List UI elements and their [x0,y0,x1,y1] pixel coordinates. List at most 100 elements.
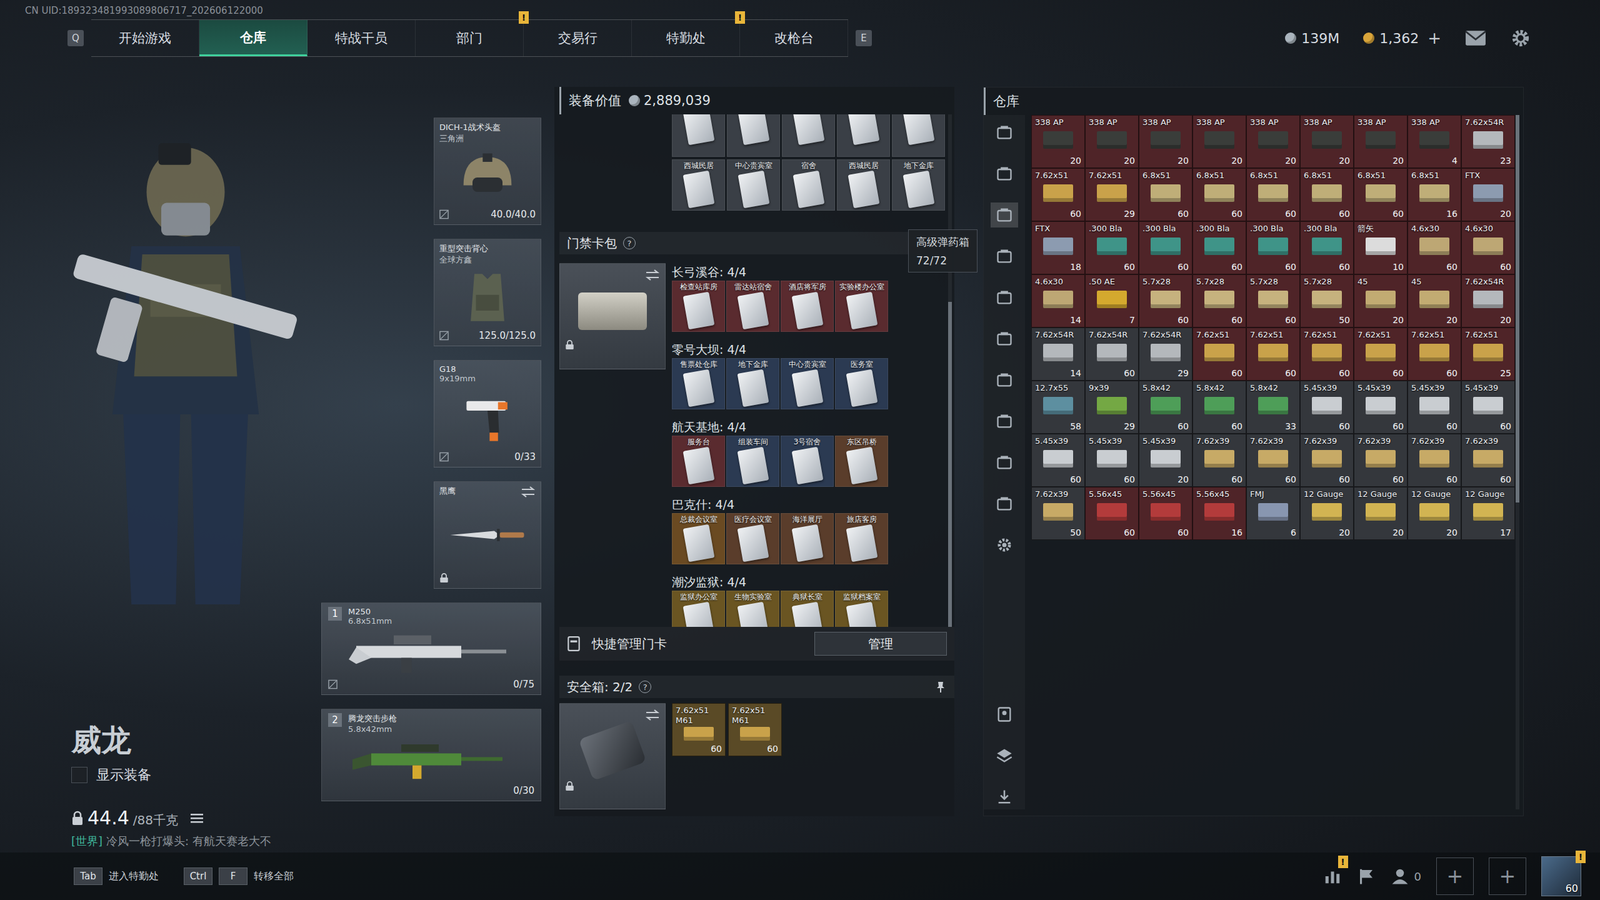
keycard[interactable]: 典狱长室 [780,590,834,627]
keycard-holder[interactable] [559,263,666,370]
stash-item[interactable]: 7.62x3950 [1031,486,1085,540]
stash-item[interactable]: 7.62x54R29 [1138,327,1193,381]
keycard[interactable]: 医疗会议室 [726,513,780,565]
stash-item[interactable]: 338 AP20 [1246,115,1300,169]
manage-button[interactable]: 管理 [814,631,947,656]
keycard[interactable]: 宿舍 [781,159,835,211]
stash-item[interactable]: 5.45x3960 [1085,433,1139,487]
stash-item[interactable]: 12 Gauge20 [1300,486,1354,540]
stash-item[interactable]: 338 AP20 [1138,115,1193,169]
stash-item[interactable]: 7.62x3960 [1407,433,1462,487]
stash-item[interactable]: 箭矢10 [1353,221,1408,275]
stash-item[interactable]: 7.62x5160 [1192,327,1247,381]
stash-item[interactable]: 6.8x5160 [1353,168,1408,222]
hotkey[interactable]: CtrlF转移全部 [183,867,294,885]
keycard[interactable]: 总裁会议室 [671,513,725,565]
keycard[interactable]: 西城民居 [671,159,725,211]
friends-button[interactable]: 0 [1390,866,1422,886]
keycard[interactable] [671,114,725,157]
keycard[interactable]: 售票处仓库 [671,358,725,410]
keycard[interactable]: 医务室 [835,358,889,410]
stash-item[interactable]: 7.62x54R60 [1085,327,1139,381]
stash-tab[interactable] [990,243,1019,269]
stash-item[interactable]: 12 Gauge20 [1407,486,1462,540]
list-icon[interactable] [190,813,204,824]
stash-item[interactable]: 4520 [1353,274,1408,328]
keycard[interactable]: 旅店客房 [835,513,889,565]
stash-tab[interactable] [990,367,1019,393]
stash-item[interactable]: 7.62x3960 [1246,433,1300,487]
keycard[interactable] [891,114,945,157]
keycard[interactable]: 地下金库 [726,358,780,410]
stash-item[interactable]: 12 Gauge17 [1461,486,1515,540]
stash-item[interactable]: 5.45x3960 [1300,380,1354,434]
hotkey[interactable]: Tab进入特勤处 [73,867,159,885]
weapon-slot[interactable]: 2腾龙突击步枪5.8x42mm0/30 [321,708,542,802]
add-teammate-button[interactable]: + [1488,857,1527,895]
stash-item[interactable]: 5.56x4560 [1138,486,1193,540]
keycard[interactable]: 中心贵宾室 [780,358,834,410]
safe-item[interactable]: 7.62x51M6160 [728,703,782,757]
next-tab-key[interactable]: E [855,30,872,47]
keycard[interactable]: 西城民居 [836,159,890,211]
stash-tab[interactable] [990,326,1019,352]
stats-button[interactable]: ! [1323,866,1342,886]
keycard[interactable] [836,114,890,157]
stash-item[interactable]: 338 AP20 [1353,115,1408,169]
keycard[interactable]: 检查站库房 [671,280,725,332]
stash-item[interactable]: 7.62x3960 [1353,433,1408,487]
stash-item[interactable]: 5.45x3960 [1407,380,1462,434]
stash-item[interactable]: .300 Bla60 [1192,221,1247,275]
stash-item[interactable]: 6.8x5160 [1300,168,1354,222]
nav-tab[interactable]: 特战干员 [307,20,416,57]
stash-item[interactable]: 7.62x54R20 [1461,274,1515,328]
keycard[interactable] [726,114,780,157]
stash-item[interactable]: .300 Bla60 [1300,221,1354,275]
add-currency-button[interactable]: + [1427,28,1442,48]
stash-item[interactable]: .300 Bla60 [1085,221,1139,275]
stash-item[interactable]: 7.62x3960 [1461,433,1515,487]
stash-item[interactable]: 338 AP20 [1085,115,1139,169]
stash-item[interactable]: 7.62x54R23 [1461,115,1515,169]
stash-item[interactable]: 6.8x5160 [1192,168,1247,222]
stash-item[interactable]: 4.6x3060 [1407,221,1462,275]
sort-button[interactable] [990,701,1019,727]
keycard[interactable]: 生物实验室 [726,590,780,627]
stash-item[interactable]: 338 AP4 [1407,115,1462,169]
nav-tab[interactable]: 交易行 [523,20,632,57]
stash-item[interactable]: 7.62x5160 [1407,327,1462,381]
stash-item[interactable]: 5.56x4516 [1192,486,1247,540]
stash-item[interactable]: 7.62x3960 [1300,433,1354,487]
keycard[interactable]: 雷达站宿舍 [726,280,780,332]
scrollbar[interactable] [948,114,952,627]
nav-tab[interactable]: 改枪台 [740,20,849,57]
keycard[interactable]: 服务台 [671,435,725,487]
swap-icon[interactable] [645,268,660,282]
nav-tab[interactable]: 仓库 [199,20,308,57]
stash-item[interactable]: 5.8x4260 [1138,380,1193,434]
stash-item[interactable]: 338 AP20 [1192,115,1247,169]
scroll-thumb[interactable] [1515,115,1520,503]
stash-item[interactable]: .50 AE7 [1085,274,1139,328]
stash-item[interactable]: 5.7x2860 [1246,274,1300,328]
stash-item[interactable]: 338 AP20 [1031,115,1085,169]
stash-item[interactable]: .300 Bla60 [1246,221,1300,275]
stash-item[interactable]: 338 AP20 [1300,115,1354,169]
scroll-thumb[interactable] [948,301,952,627]
stash-tab[interactable] [990,161,1019,187]
stash-item[interactable]: 5.7x2860 [1138,274,1193,328]
stash-item[interactable]: 7.62x3960 [1192,433,1247,487]
stash-item[interactable]: FTX18 [1031,221,1085,275]
keycard[interactable]: 中心贵宾室 [726,159,780,211]
stash-item[interactable]: .300 Bla60 [1138,221,1193,275]
gear-icon[interactable] [1510,28,1532,48]
stash-item[interactable]: 5.45x3960 [1353,380,1408,434]
stash-item[interactable]: 7.62x54R14 [1031,327,1085,381]
add-teammate-button[interactable]: + [1436,857,1474,895]
stash-item[interactable]: 4520 [1407,274,1462,328]
stash-item[interactable]: 7.62x5160 [1031,168,1085,222]
stash-item[interactable]: 5.8x4260 [1192,380,1247,434]
gear-slot[interactable]: DICH-1战术头盔三角洲40.0/40.0 [433,117,542,225]
stash-item[interactable]: 12 Gauge20 [1353,486,1408,540]
stash-item[interactable]: 7.62x5160 [1353,327,1408,381]
